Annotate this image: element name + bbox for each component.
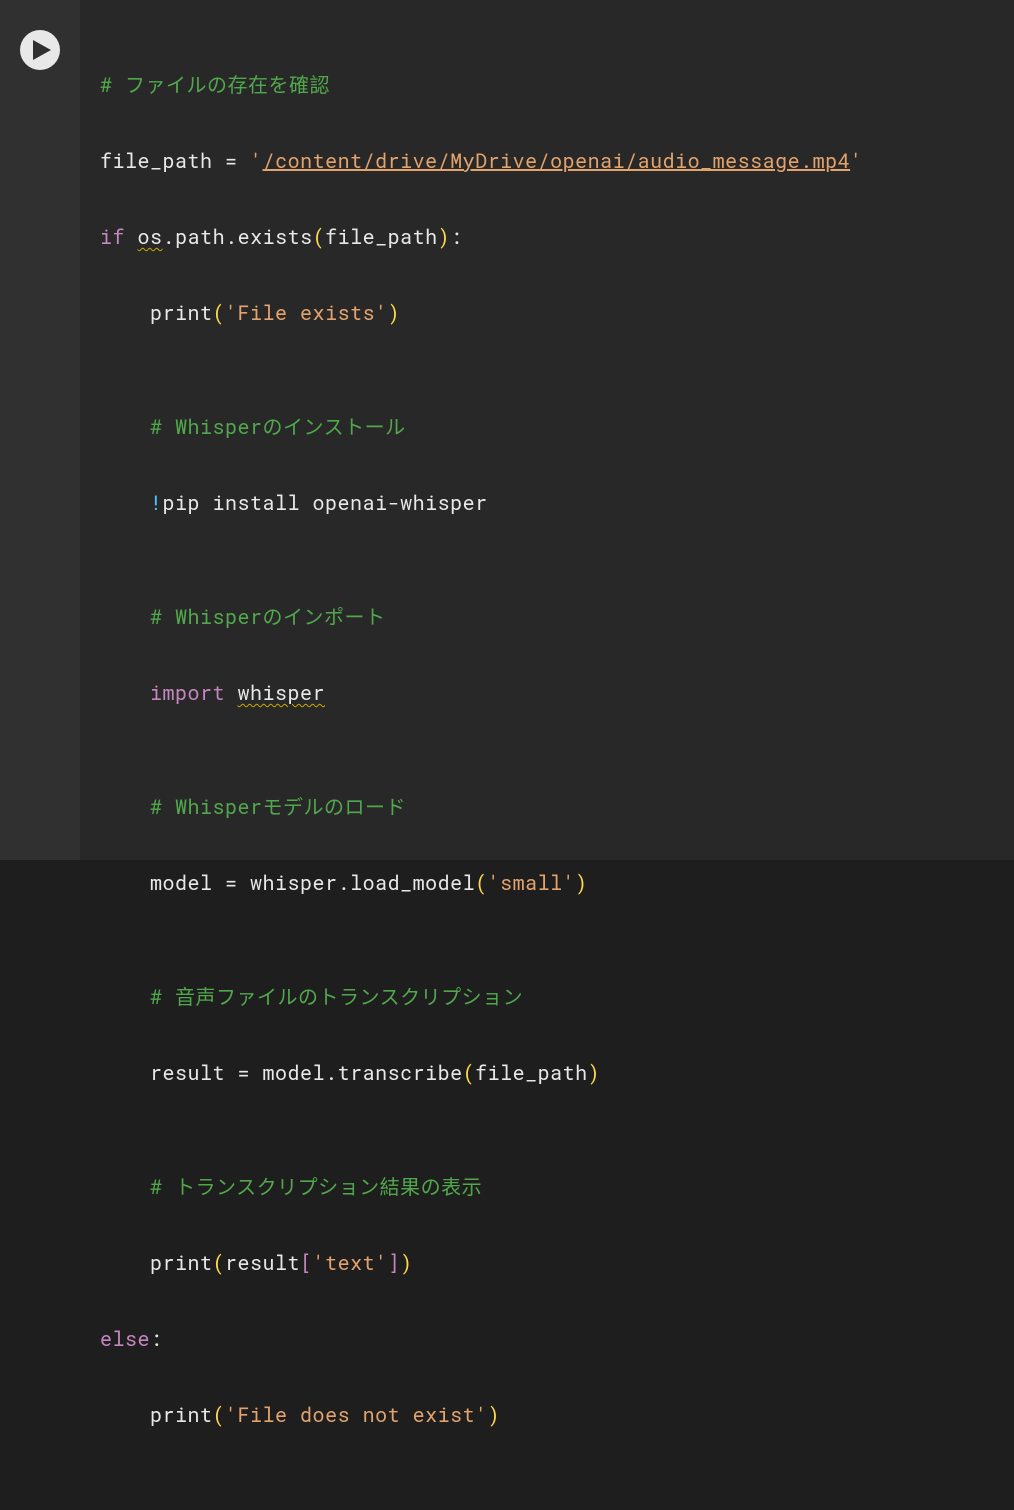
code-line: result = model.transcribe(file_path) bbox=[100, 1054, 994, 1092]
code-editor[interactable]: # ファイルの存在を確認 file_path = '/content/drive… bbox=[80, 0, 1014, 860]
code-line: # Whisperのインストール bbox=[100, 408, 994, 446]
comment: # Whisperのインストール bbox=[150, 414, 406, 440]
identifier-warning: os bbox=[138, 224, 163, 250]
comment: # トランスクリプション結果の表示 bbox=[150, 1174, 482, 1200]
keyword-if: if bbox=[100, 224, 125, 250]
string-literal: 'small' bbox=[488, 870, 576, 896]
code-line: model = whisper.load_model('small') bbox=[100, 864, 994, 902]
print-call: print bbox=[150, 1250, 213, 1276]
run-cell-button[interactable] bbox=[20, 30, 60, 70]
identifier: file_path bbox=[100, 148, 213, 174]
code-line: import whisper bbox=[100, 674, 994, 712]
code-line: print(result['text']) bbox=[100, 1244, 994, 1282]
paren-close: ) bbox=[438, 224, 451, 250]
keyword-import: import bbox=[150, 680, 225, 706]
print-call: print bbox=[150, 300, 213, 326]
comment: # Whisperモデルのロード bbox=[150, 794, 406, 820]
string-literal: 'text' bbox=[313, 1250, 388, 1276]
code-line: else: bbox=[100, 1320, 994, 1358]
code-line: print('File does not exist') bbox=[100, 1396, 994, 1434]
code-line: # トランスクリプション結果の表示 bbox=[100, 1168, 994, 1206]
code-line: # ファイルの存在を確認 bbox=[100, 66, 994, 104]
string-literal: 'File exists' bbox=[225, 300, 388, 326]
module-name-warning: whisper bbox=[238, 680, 326, 706]
cell-gutter bbox=[0, 0, 80, 860]
bracket-open: [ bbox=[300, 1250, 313, 1276]
notebook-cell: # ファイルの存在を確認 file_path = '/content/drive… bbox=[0, 0, 1014, 860]
code-line: if os.path.exists(file_path): bbox=[100, 218, 994, 256]
code-line: !pip install openai-whisper bbox=[100, 484, 994, 522]
comment: # ファイルの存在を確認 bbox=[100, 72, 330, 98]
file-path-string: /content/drive/MyDrive/openai/audio_mess… bbox=[263, 148, 851, 174]
paren-open: ( bbox=[313, 224, 326, 250]
string-literal: 'File does not exist' bbox=[225, 1402, 488, 1428]
bracket-close: ] bbox=[388, 1250, 401, 1276]
comment: # Whisperのインポート bbox=[150, 604, 386, 630]
keyword-else: else bbox=[100, 1326, 150, 1352]
play-icon bbox=[33, 40, 51, 60]
code-line: # Whisperモデルのロード bbox=[100, 788, 994, 826]
code-line: # 音声ファイルのトランスクリプション bbox=[100, 978, 994, 1016]
code-line: # Whisperのインポート bbox=[100, 598, 994, 636]
code-line: print('File exists') bbox=[100, 294, 994, 332]
print-call: print bbox=[150, 1402, 213, 1428]
shell-bang: ! bbox=[150, 490, 163, 516]
code-line: file_path = '/content/drive/MyDrive/open… bbox=[100, 142, 994, 180]
comment: # 音声ファイルのトランスクリプション bbox=[150, 984, 523, 1010]
